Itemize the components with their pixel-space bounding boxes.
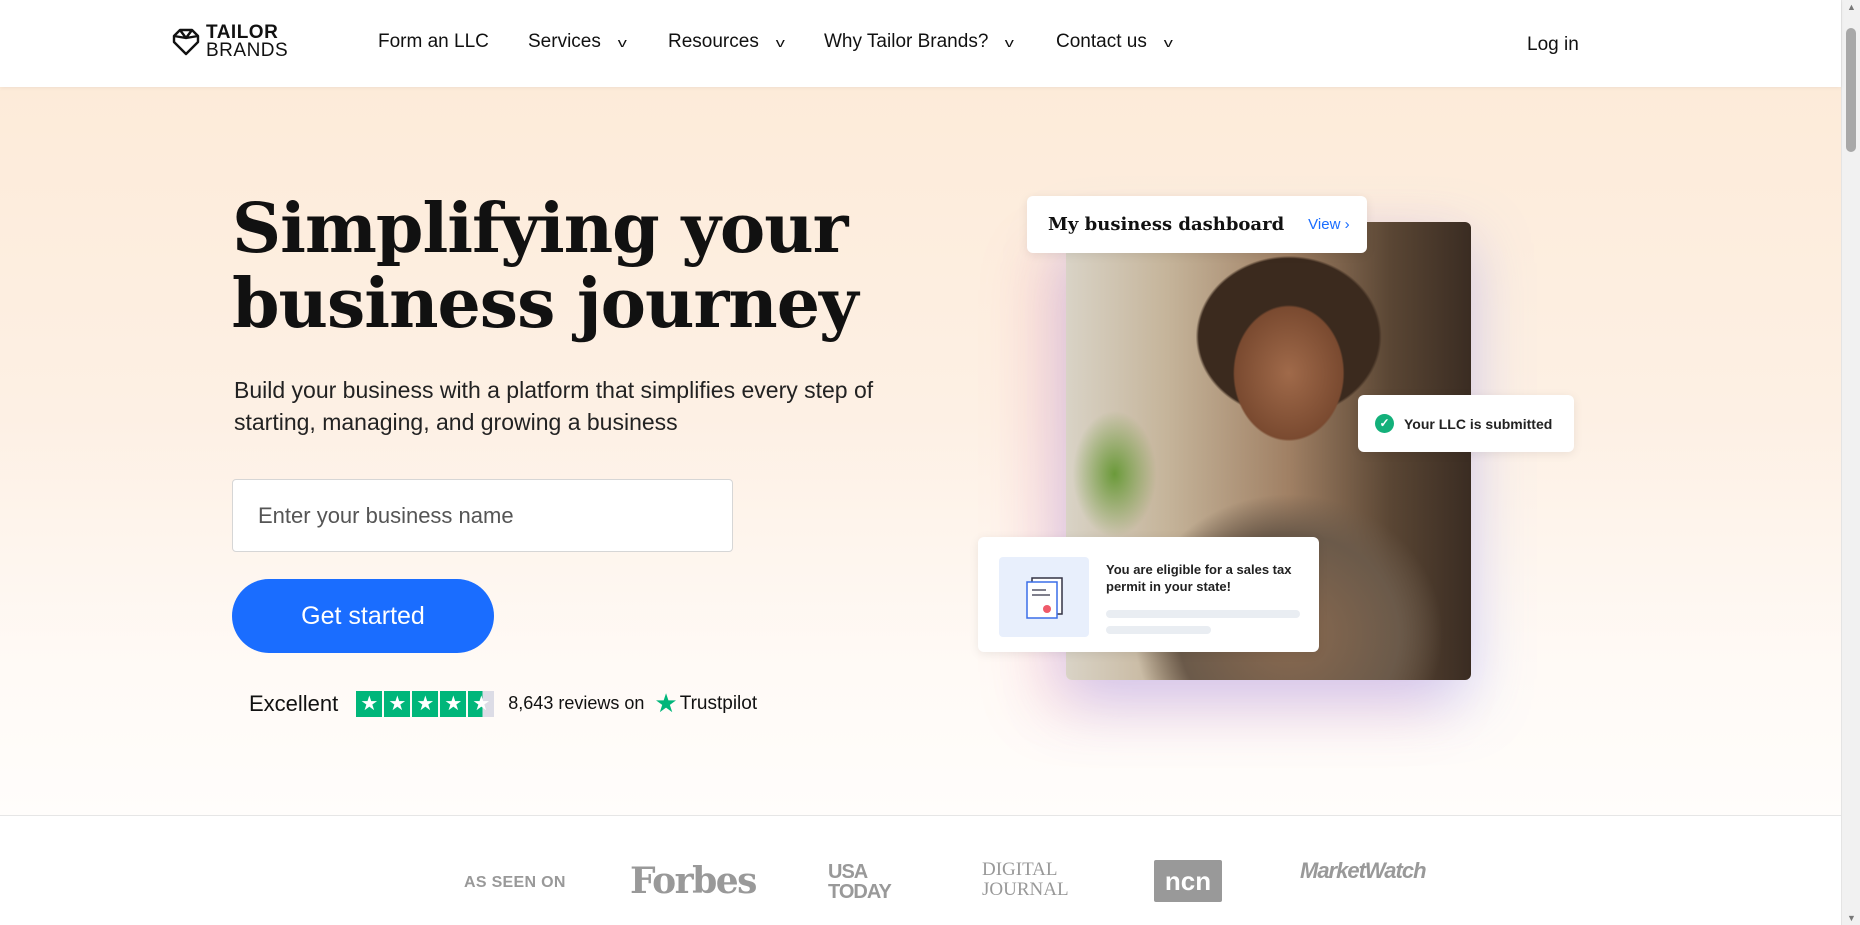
nav-label: Why Tailor Brands?	[824, 31, 989, 52]
marketwatch-logo: MarketWatch	[1300, 858, 1427, 883]
top-nav: TAILOR BRANDS Form an LLC Services v Resou…	[0, 0, 1841, 87]
dashboard-title: My business dashboard	[1048, 214, 1285, 235]
nav-label: Resources	[668, 31, 759, 52]
view-label: View	[1308, 216, 1341, 233]
nav-resources[interactable]: Resources v	[668, 31, 785, 53]
chevron-right-icon: ›	[1344, 216, 1350, 233]
nav-services[interactable]: Services v	[528, 31, 627, 53]
logo-text: BRANDS	[206, 40, 289, 61]
get-started-button[interactable]: Get started	[232, 579, 494, 653]
nav-form-llc[interactable]: Form an LLC	[378, 31, 489, 53]
placeholder-bar	[1106, 610, 1300, 618]
tailor-brands-logo[interactable]: TAILOR BRANDS	[170, 23, 289, 61]
login-link[interactable]: Log in	[1527, 34, 1579, 56]
digital-journal-logo: DIGITAL JOURNAL	[982, 859, 1069, 900]
trustpilot-brand: Trustpilot	[679, 692, 758, 714]
scroll-down-icon[interactable]: ▼	[1847, 913, 1856, 923]
chevron-down-icon: v	[1163, 34, 1173, 50]
eligibility-card: You are eligible for a sales tax permit …	[978, 537, 1319, 652]
as-seen-on-label: AS SEEN ON	[464, 874, 566, 891]
rating-word: Excellent	[249, 690, 339, 716]
nav-why-tailor-brands[interactable]: Why Tailor Brands? v	[824, 31, 1015, 53]
forbes-logo: Forbes	[630, 860, 757, 902]
title-line: Simplifying your	[232, 189, 848, 269]
placeholder-bar	[1106, 626, 1211, 634]
press-logos: AS SEEN ON Forbes USA TODAY DIGITAL JOUR…	[0, 860, 1841, 910]
hero-title: Simplifying your business journey	[232, 189, 858, 344]
certificate-icon	[999, 557, 1089, 637]
chevron-down-icon: v	[775, 34, 785, 50]
scrollbar-thumb[interactable]	[1846, 28, 1856, 152]
review-count: 8,643 reviews on	[508, 693, 645, 713]
view-link[interactable]: View ›	[1308, 216, 1349, 233]
rating-stars: ★ ★ ★ ★ ★	[356, 690, 495, 717]
eligibility-text: You are eligible for a sales tax permit …	[1106, 562, 1292, 594]
title-line: business journey	[232, 264, 858, 344]
nav-contact-us[interactable]: Contact us v	[1056, 31, 1173, 53]
trustpilot-star-icon: ★	[654, 688, 678, 718]
star-icon: ★	[356, 690, 383, 717]
star-icon: ★	[412, 690, 439, 717]
check-circle-icon: ✓	[1375, 414, 1394, 433]
llc-status-text: Your LLC is submitted	[1404, 415, 1553, 432]
chevron-down-icon: v	[617, 34, 627, 50]
section-divider	[0, 815, 1841, 816]
scrollbar[interactable]: ▲ ▼	[1841, 0, 1860, 925]
nav-label: Services	[528, 31, 601, 52]
star-icon: ★	[384, 690, 411, 717]
usa-today-logo: USA TODAY	[828, 861, 892, 903]
trustpilot-logo: ★ Trustpilot	[654, 688, 757, 719]
half-star-icon: ★	[468, 690, 495, 717]
hero-subtitle: Build your business with a platform that…	[234, 377, 874, 435]
logo-icon	[172, 28, 200, 56]
dashboard-card: My business dashboard View ›	[1027, 196, 1367, 253]
trustpilot-rating[interactable]: Excellent ★ ★ ★ ★ ★ 8,643 reviews on ★ Trustp…	[249, 688, 757, 719]
scroll-up-icon[interactable]: ▲	[1847, 2, 1856, 12]
business-name-input[interactable]	[232, 479, 733, 552]
nav-label: Form an LLC	[378, 31, 489, 52]
llc-status-card: ✓ Your LLC is submitted	[1358, 395, 1574, 452]
nav-label: Contact us	[1056, 31, 1147, 52]
ncn-logo: ncn	[1154, 860, 1222, 902]
chevron-down-icon: v	[1005, 34, 1015, 50]
star-icon: ★	[440, 690, 467, 717]
